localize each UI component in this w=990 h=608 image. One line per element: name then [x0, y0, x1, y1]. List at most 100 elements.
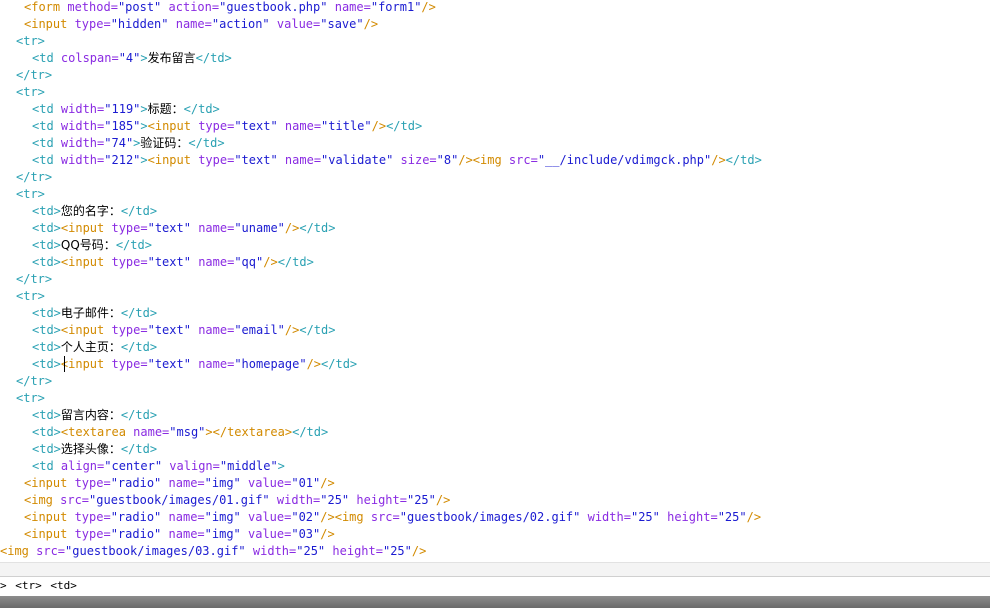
code-token-val: "text" — [234, 119, 278, 133]
code-token-attr: type= — [198, 119, 235, 133]
code-token-attr: src= — [370, 510, 400, 524]
code-token-attr: method= — [67, 0, 118, 14]
code-line[interactable]: <tr> — [16, 33, 45, 50]
code-token-td: </td> — [120, 408, 158, 422]
code-token-td: </td> — [386, 119, 423, 133]
code-token-val: "email" — [234, 323, 285, 337]
code-token-tag — [161, 476, 168, 490]
code-token-td: > — [140, 153, 148, 167]
code-token-attr: valign= — [169, 459, 220, 473]
code-token-tag — [580, 510, 587, 524]
code-token-attr: value= — [248, 527, 292, 541]
code-line[interactable]: <td><input type="text" name="qq"/></td> — [32, 254, 314, 271]
code-token-td: <td> — [32, 408, 61, 422]
code-token-tag — [270, 493, 277, 507]
code-token-val: "02" — [291, 510, 321, 524]
code-token-tag: <input — [24, 527, 75, 541]
code-token-tag: /> — [411, 544, 427, 558]
code-line[interactable]: <input type="hidden" name="action" value… — [24, 16, 378, 33]
code-token-td: </td> — [299, 323, 336, 337]
code-line[interactable]: <td width="119">标题：</td> — [32, 101, 220, 118]
tag-selector-item-partial[interactable]: > — [0, 577, 7, 595]
code-token-val: "185" — [104, 119, 141, 133]
code-line[interactable]: <input type="radio" name="img" value="02… — [24, 509, 761, 526]
code-token-tag — [169, 17, 176, 31]
code-token-attr: name= — [284, 119, 322, 133]
tag-selector-item-td[interactable]: <td> — [50, 577, 77, 595]
code-line[interactable]: <td width="74">验证码：</td> — [32, 135, 225, 152]
code-token-attr: colspan= — [60, 51, 119, 65]
code-token-val: "01" — [291, 476, 321, 490]
code-line[interactable]: <td width="212"><input type="text" name=… — [32, 152, 762, 169]
code-line[interactable]: <td>您的名字：</td> — [32, 203, 157, 220]
code-line[interactable]: <input type="radio" name="img" value="01… — [24, 475, 335, 492]
code-line[interactable]: </tr> — [16, 67, 52, 84]
code-line[interactable]: <td>个人主页：</td> — [32, 339, 157, 356]
code-token-attr: align= — [60, 459, 105, 473]
code-token-attr: type= — [111, 255, 148, 269]
code-line[interactable]: <tr> — [16, 390, 45, 407]
code-token-val: "8" — [436, 153, 459, 167]
code-token-tag: <input — [147, 119, 199, 133]
code-token-attr: height= — [332, 544, 383, 558]
code-line[interactable]: <td><input type="text" name="homepage"/>… — [32, 356, 357, 373]
code-token-td: <tr> — [16, 289, 45, 303]
code-token-attr: height= — [356, 493, 407, 507]
code-line[interactable]: <img src="guestbook/images/03.gif" width… — [0, 543, 426, 560]
code-line[interactable]: <tr> — [16, 84, 45, 101]
code-line[interactable]: <td><input type="text" name="uname"/></t… — [32, 220, 335, 237]
code-editor[interactable]: <form method="post" action="guestbook.ph… — [0, 0, 990, 562]
code-line[interactable]: <td>QQ号码：</td> — [32, 237, 152, 254]
code-line[interactable]: <td colspan="4">发布留言</td> — [32, 50, 232, 67]
code-token-td: <td> — [32, 255, 61, 269]
code-token-tag: <input — [60, 221, 112, 235]
code-token-attr: type= — [74, 476, 111, 490]
code-token-tag: <input — [24, 17, 75, 31]
code-token-td: <td> — [32, 340, 61, 354]
status-bar — [0, 596, 990, 608]
code-token-tag: /> — [306, 357, 322, 371]
code-token-td: <td — [32, 459, 61, 473]
code-token-attr: value= — [248, 476, 292, 490]
code-token-tag: /> — [320, 476, 335, 490]
code-line[interactable]: <td>电子邮件：</td> — [32, 305, 157, 322]
code-line[interactable]: <form method="post" action="guestbook.ph… — [24, 0, 436, 16]
code-line[interactable]: <td>留言内容：</td> — [32, 407, 157, 424]
code-token-td: <td> — [32, 425, 61, 439]
code-line[interactable]: </tr> — [16, 271, 52, 288]
code-line[interactable]: <tr> — [16, 186, 45, 203]
code-token-td: <tr> — [16, 391, 45, 405]
code-line[interactable]: </tr> — [16, 373, 52, 390]
code-token-td: <td> — [32, 221, 61, 235]
code-token-val: "25" — [320, 493, 350, 507]
code-token-val: "guestbook/images/03.gif" — [65, 544, 246, 558]
code-line[interactable]: </tr> — [16, 169, 52, 186]
code-token-td: <td> — [32, 204, 61, 218]
code-token-val: "save" — [320, 17, 364, 31]
code-line[interactable]: <td align="center" valign="middle"> — [32, 458, 285, 475]
code-line[interactable]: <img src="guestbook/images/01.gif" width… — [24, 492, 450, 509]
code-token-val: "msg" — [169, 425, 206, 439]
code-line[interactable]: <input type="radio" name="img" value="03… — [24, 526, 335, 543]
code-token-tag — [241, 476, 248, 490]
code-line[interactable]: <td>选择头像：</td> — [32, 441, 157, 458]
code-token-val: "hidden" — [110, 17, 169, 31]
code-token-val: "homepage" — [234, 357, 307, 371]
code-line[interactable]: <td><input type="text" name="email"/></t… — [32, 322, 335, 339]
code-token-val: "25" — [382, 544, 412, 558]
tag-selector-item-tr[interactable]: <tr> — [15, 577, 42, 595]
code-token-val: "radio" — [110, 476, 162, 490]
code-token-tag: <img — [24, 493, 61, 507]
code-line[interactable]: <td><textarea name="msg"></textarea></td… — [32, 424, 328, 441]
code-token-attr: type= — [111, 357, 148, 371]
code-token-tag: ></textarea> — [205, 425, 293, 439]
code-token-attr: type= — [111, 323, 148, 337]
code-line[interactable]: <tr> — [16, 288, 45, 305]
code-token-val: "text" — [234, 153, 278, 167]
code-token-td: > — [140, 102, 148, 116]
code-token-attr: name= — [198, 323, 235, 337]
code-token-attr: width= — [252, 544, 297, 558]
code-line[interactable]: <td width="185"><input type="text" name=… — [32, 118, 422, 135]
code-token-tag: /><img — [458, 153, 509, 167]
code-token-tag: <textarea — [60, 425, 134, 439]
